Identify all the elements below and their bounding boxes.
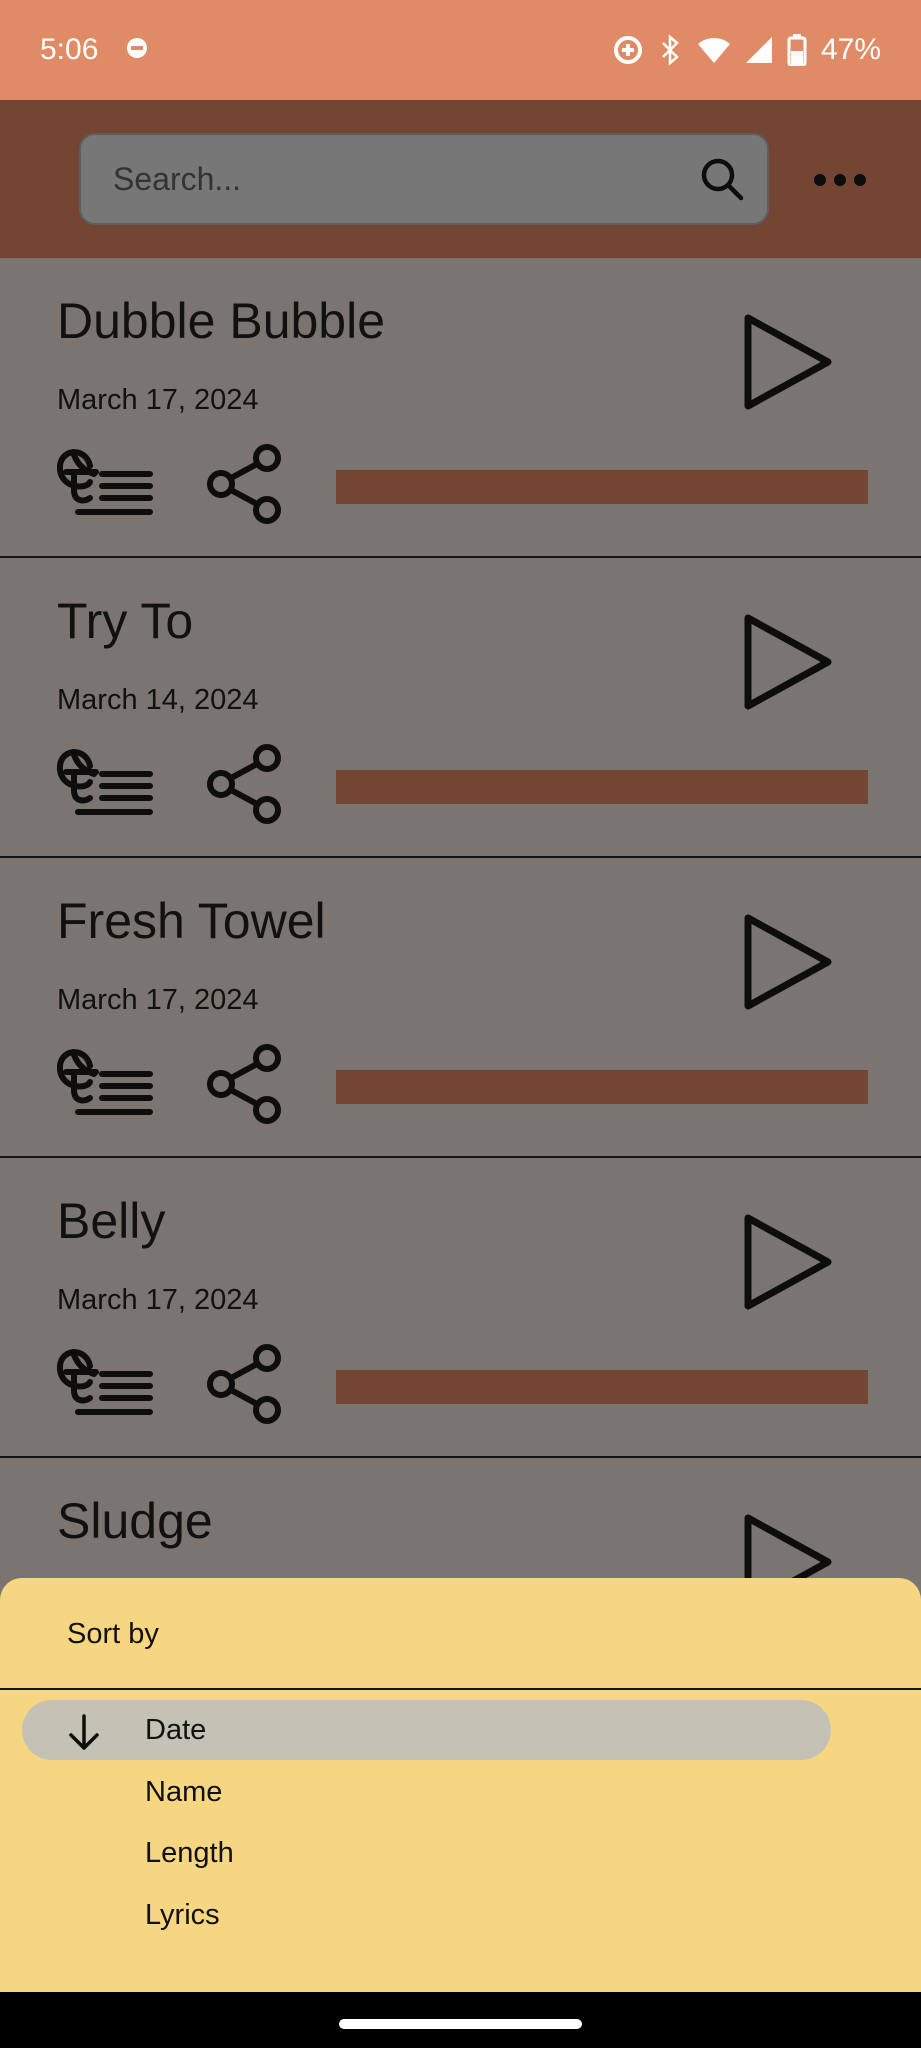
lyrics-button[interactable] xyxy=(56,1344,156,1418)
sort-option-label: Date xyxy=(145,1713,207,1746)
song-row[interactable]: Fresh Towel March 17, 2024 xyxy=(0,858,921,1158)
sort-bottom-sheet: Sort by Date Name Length Lyrics xyxy=(0,1578,921,1992)
sort-option-length[interactable]: Length xyxy=(22,1823,831,1883)
share-button[interactable] xyxy=(205,442,285,526)
lyrics-button[interactable] xyxy=(56,744,156,818)
progress-fill xyxy=(336,1070,868,1104)
battery-percent: 47% xyxy=(820,33,881,66)
song-title: Dubble Bubble xyxy=(57,293,386,349)
battery-icon xyxy=(787,34,807,66)
sort-option-date[interactable]: Date xyxy=(22,1700,831,1760)
dnd-icon xyxy=(126,33,148,67)
play-icon xyxy=(744,614,832,710)
song-title: Fresh Towel xyxy=(57,893,326,949)
play-button[interactable] xyxy=(740,310,836,414)
share-icon xyxy=(207,1344,281,1424)
song-row[interactable]: Dubble Bubble March 17, 2024 xyxy=(0,258,921,558)
sort-option-label: Name xyxy=(145,1775,223,1808)
share-button[interactable] xyxy=(205,1042,285,1126)
navigation-bar xyxy=(0,1992,921,2048)
more-horizontal-icon xyxy=(814,174,826,186)
search-icon[interactable] xyxy=(699,156,745,202)
sort-option-lyrics[interactable]: Lyrics xyxy=(22,1885,831,1945)
play-button[interactable] xyxy=(740,1210,836,1314)
song-row[interactable]: Try To March 14, 2024 xyxy=(0,558,921,858)
play-icon xyxy=(744,314,832,410)
play-button[interactable] xyxy=(740,910,836,1014)
song-date: March 17, 2024 xyxy=(57,984,259,1016)
song-progress-bar[interactable] xyxy=(336,770,868,804)
share-button[interactable] xyxy=(205,1342,285,1426)
arrow-down-icon xyxy=(69,1714,99,1750)
sort-option-name[interactable]: Name xyxy=(22,1762,831,1822)
song-row[interactable]: Belly March 17, 2024 xyxy=(0,1158,921,1458)
song-title: Try To xyxy=(57,593,194,649)
song-date: March 17, 2024 xyxy=(57,1284,259,1316)
lyrics-icon xyxy=(56,1049,153,1115)
share-icon xyxy=(207,444,281,524)
share-button[interactable] xyxy=(205,742,285,826)
song-date: March 17, 2024 xyxy=(57,384,259,416)
app-bar xyxy=(0,100,921,258)
song-progress-bar[interactable] xyxy=(336,1370,868,1404)
wifi-icon xyxy=(697,36,731,64)
bluetooth-icon xyxy=(659,34,683,66)
progress-fill xyxy=(336,470,868,504)
lyrics-button[interactable] xyxy=(56,444,156,518)
progress-fill xyxy=(336,770,868,804)
progress-fill xyxy=(336,1370,868,1404)
share-icon xyxy=(207,1044,281,1124)
data-saver-icon xyxy=(611,33,645,67)
screen: 5:06 47% Search... Dubble Bubble March 1… xyxy=(0,0,921,2048)
status-bar: 5:06 47% xyxy=(0,0,921,100)
play-icon xyxy=(744,914,832,1010)
song-title: Belly xyxy=(57,1193,166,1249)
more-options-button[interactable] xyxy=(808,150,872,210)
song-progress-bar[interactable] xyxy=(336,470,868,504)
clock: 5:06 xyxy=(40,33,99,66)
share-icon xyxy=(207,744,281,824)
sheet-title: Sort by xyxy=(67,1618,159,1650)
lyrics-icon xyxy=(56,449,153,515)
play-icon xyxy=(744,1214,832,1310)
sort-option-label: Lyrics xyxy=(145,1898,220,1931)
sort-option-label: Length xyxy=(145,1836,234,1869)
divider xyxy=(0,1688,921,1690)
search-input[interactable] xyxy=(113,160,699,198)
play-button[interactable] xyxy=(740,610,836,714)
home-handle[interactable] xyxy=(339,2019,582,2029)
lyrics-button[interactable] xyxy=(56,1044,156,1118)
song-title: Sludge xyxy=(57,1493,213,1549)
song-list[interactable]: Dubble Bubble March 17, 2024 Try To Marc… xyxy=(0,258,921,1758)
search-box[interactable] xyxy=(79,133,769,225)
cellular-icon xyxy=(745,36,773,64)
song-date: March 14, 2024 xyxy=(57,684,259,716)
song-progress-bar[interactable] xyxy=(336,1070,868,1104)
lyrics-icon xyxy=(56,749,153,815)
lyrics-icon xyxy=(56,1349,153,1415)
